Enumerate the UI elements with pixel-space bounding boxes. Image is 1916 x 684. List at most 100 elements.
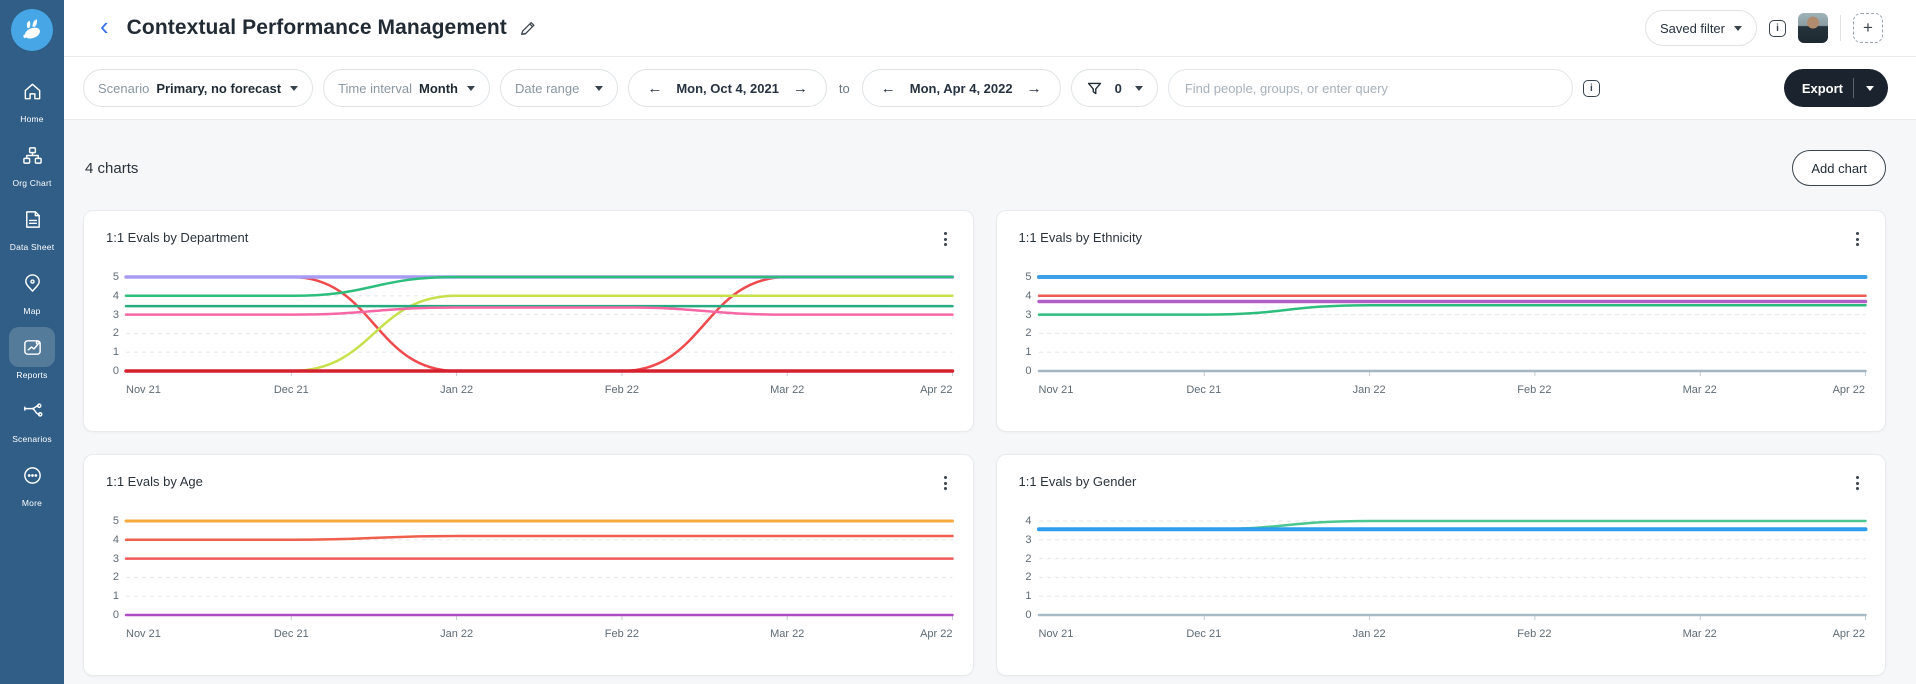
y-axis-labels: 5 4 3 2 1 0 — [100, 271, 126, 378]
back-button[interactable]: ‹ — [100, 13, 109, 39]
x-tick-label: Jan 22 — [440, 384, 474, 396]
scenario-dropdown[interactable]: Scenario Primary, no forecast — [83, 69, 314, 107]
x-tick-label: Dec 21 — [273, 628, 309, 640]
chevron-down-icon — [1134, 85, 1143, 91]
map-pin-icon — [9, 263, 55, 303]
y-tick-label: 1 — [112, 346, 119, 359]
y-tick-label: 1 — [112, 590, 119, 603]
sidebar-item-label: Data Sheet — [9, 242, 55, 252]
info-icon[interactable]: i — [1769, 19, 1786, 37]
next-date-arrow[interactable]: → — [1023, 80, 1046, 97]
add-widget-button[interactable]: + — [1853, 13, 1883, 43]
y-tick-label: 4 — [1025, 515, 1032, 527]
divider — [1840, 15, 1841, 41]
scenario-value: Primary, no forecast — [156, 80, 282, 96]
x-tick-label: Jan 22 — [1352, 384, 1386, 396]
date-range-dropdown[interactable]: Date range — [500, 69, 619, 107]
sidebar-item-map[interactable]: Map — [0, 263, 64, 316]
kebab-menu-button[interactable] — [938, 472, 953, 494]
add-chart-button[interactable]: Add chart — [1792, 150, 1886, 186]
y-tick-label: 0 — [112, 365, 119, 377]
data-sheet-icon — [9, 199, 55, 239]
next-date-arrow[interactable]: → — [789, 80, 812, 97]
sidebar-item-label: Home — [20, 114, 44, 124]
main-area: ‹ Contextual Performance Management Save… — [64, 0, 1916, 684]
x-tick-label: Apr 22 — [920, 628, 953, 640]
date-from-value[interactable]: Mon, Oct 4, 2021 — [676, 81, 779, 96]
line-chart: 4 3 2 2 1 0 Nov 21 Dec 21 Jan 22 Feb 22 Mar 22 Apr… — [1013, 515, 1866, 644]
green-line — [1039, 305, 1866, 314]
sidebar-item-reports[interactable]: Reports — [0, 327, 64, 380]
x-tick-label: Nov 21 — [126, 628, 161, 640]
x-axis-labels: Nov 21 Dec 21 Jan 22 Feb 22 Mar 22 Apr 22 — [126, 384, 953, 400]
line-chart: 5 4 3 2 1 0 Nov 21 Dec 21 Jan 22 Feb 22 Mar 22 Apr… — [1013, 271, 1866, 400]
y-axis-labels: 5 4 3 2 1 0 — [1013, 271, 1039, 378]
y-tick-label: 5 — [1025, 271, 1032, 283]
query-info-icon[interactable]: i — [1582, 79, 1600, 97]
chevron-down-icon — [1734, 25, 1742, 31]
header-right: Saved filter i + — [1644, 10, 1883, 46]
x-tick-label: Feb 22 — [1517, 384, 1552, 396]
sidebar-item-label: More — [21, 498, 43, 508]
x-axis-labels: Nov 21 Dec 21 Jan 22 Feb 22 Mar 22 Apr 22 — [1039, 384, 1866, 400]
y-tick-label: 3 — [112, 552, 119, 565]
avatar[interactable] — [1798, 13, 1828, 43]
chart-plot — [1039, 274, 1866, 378]
chevron-down-icon — [290, 85, 299, 91]
chart-card: 1:1 Evals by Gender 4 3 2 2 1 0 Nov 21 Dec 21 J… — [995, 454, 1886, 676]
chart-count-label: 4 charts — [85, 159, 139, 177]
charts-grid: 1:1 Evals by Department 5 4 3 2 1 0 Nov 21 Dec… — [83, 210, 1886, 676]
y-tick-label: 4 — [112, 289, 119, 302]
line-chart: 5 4 3 2 1 0 Nov 21 Dec 21 Jan 22 Feb 22 Mar 22 Apr… — [100, 515, 953, 644]
kebab-menu-button[interactable] — [1850, 228, 1865, 250]
chart-plot — [126, 518, 953, 622]
red-orange-line — [126, 536, 953, 540]
chart-title: 1:1 Evals by Ethnicity — [1018, 230, 1143, 245]
sidebar-item-data-sheet[interactable]: Data Sheet — [0, 199, 64, 252]
reports-icon — [9, 327, 55, 367]
sidebar: Home Org Chart Data Sheet Map Reports Sc… — [0, 0, 64, 684]
edit-title-button[interactable] — [519, 19, 537, 37]
x-tick-label: Mar 22 — [770, 384, 805, 396]
sidebar-item-scenarios[interactable]: Scenarios — [0, 391, 64, 444]
time-interval-value: Month — [419, 80, 458, 96]
y-tick-label: 2 — [112, 327, 119, 340]
org-chart-icon — [9, 135, 55, 175]
kebab-menu-button[interactable] — [1850, 472, 1865, 494]
y-tick-label: 3 — [1025, 308, 1032, 321]
y-tick-label: 2 — [1025, 552, 1032, 565]
saved-filter-dropdown[interactable]: Saved filter — [1644, 10, 1757, 46]
prev-date-arrow[interactable]: ← — [877, 80, 900, 97]
y-tick-label: 1 — [1025, 590, 1032, 603]
sidebar-item-home[interactable]: Home — [0, 71, 64, 124]
y-tick-label: 4 — [112, 533, 119, 546]
time-interval-dropdown[interactable]: Time interval Month — [323, 69, 490, 107]
date-from-picker: ← Mon, Oct 4, 2021 → — [628, 69, 827, 107]
line-chart: 5 4 3 2 1 0 Nov 21 Dec 21 Jan 22 Feb 22 Mar 22 Apr… — [100, 271, 953, 400]
y-tick-label: 0 — [1025, 365, 1032, 377]
search-input[interactable] — [1184, 80, 1556, 96]
sidebar-item-more[interactable]: More — [0, 455, 64, 508]
y-axis-labels: 4 3 2 2 1 0 — [1013, 515, 1039, 622]
x-tick-label: Apr 22 — [1832, 384, 1865, 396]
time-interval-label: Time interval — [338, 80, 413, 96]
sidebar-item-label: Map — [23, 306, 41, 316]
x-tick-label: Mar 22 — [1682, 628, 1717, 640]
chart-card: 1:1 Evals by Ethnicity 5 4 3 2 1 0 Nov 21 Dec … — [995, 210, 1886, 432]
y-tick-label: 5 — [112, 515, 119, 527]
chart-title: 1:1 Evals by Age — [106, 474, 203, 489]
x-tick-label: Dec 21 — [1186, 384, 1222, 396]
prev-date-arrow[interactable]: ← — [643, 80, 666, 97]
x-tick-label: Nov 21 — [1038, 384, 1074, 396]
x-tick-label: Feb 22 — [604, 628, 640, 640]
export-button[interactable]: Export — [1783, 69, 1888, 107]
date-to-value[interactable]: Mon, Apr 4, 2022 — [910, 81, 1013, 96]
filter-count-dropdown[interactable]: 0 — [1070, 69, 1158, 107]
charthop-logo-icon[interactable] — [11, 9, 53, 51]
x-tick-label: Nov 21 — [126, 384, 161, 396]
sidebar-item-org-chart[interactable]: Org Chart — [0, 135, 64, 188]
kebab-menu-button[interactable] — [938, 228, 953, 250]
chart-plot — [126, 274, 953, 378]
y-tick-label: 0 — [1025, 609, 1032, 621]
sidebar-item-label: Scenarios — [12, 434, 52, 444]
